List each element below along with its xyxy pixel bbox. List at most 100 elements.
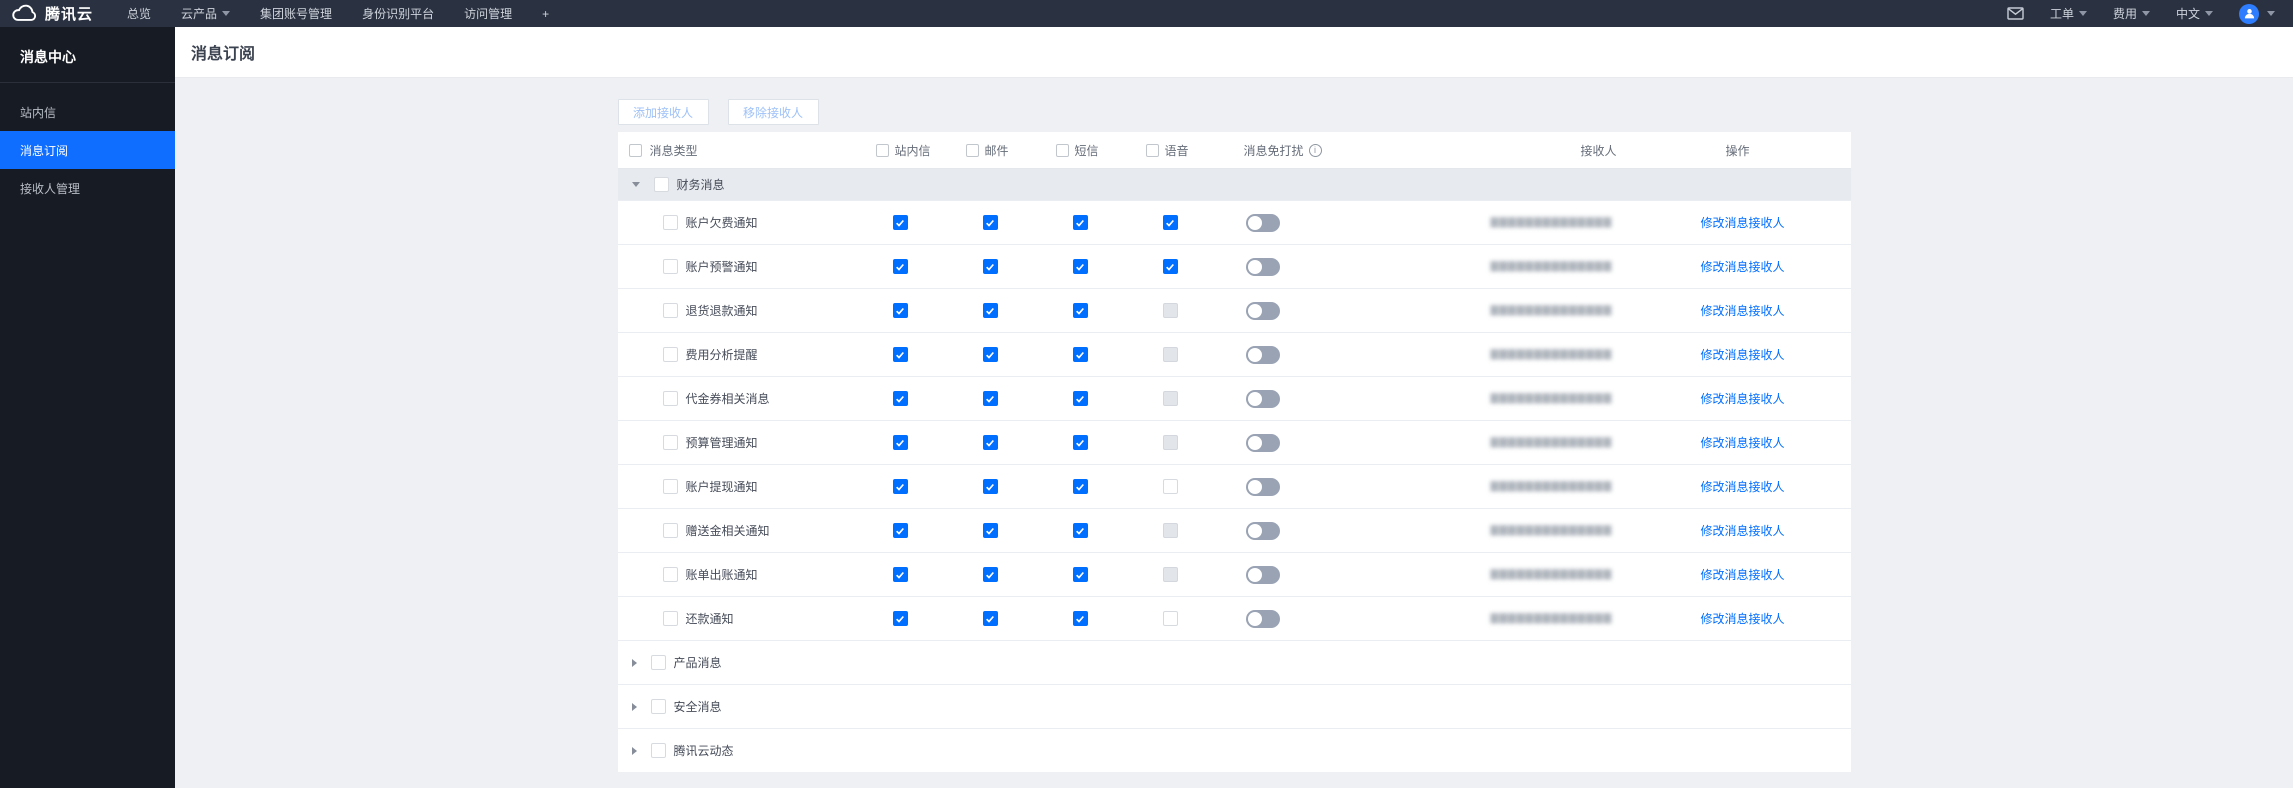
expand-arrow-icon[interactable] bbox=[631, 658, 637, 667]
select-all-inbox-checkbox[interactable] bbox=[875, 143, 889, 157]
channel-inbox-checkbox[interactable] bbox=[892, 567, 908, 582]
modify-receiver-link[interactable]: 修改消息接收人 bbox=[1701, 566, 1785, 583]
select-all-sms-checkbox[interactable] bbox=[1055, 143, 1069, 157]
channel-voice-checkbox[interactable] bbox=[1162, 479, 1178, 494]
modify-receiver-link[interactable]: 修改消息接收人 bbox=[1701, 214, 1785, 231]
avatar-chevron-down-icon[interactable] bbox=[2267, 11, 2275, 16]
select-all-email-checkbox[interactable] bbox=[965, 143, 979, 157]
sidebar-item-2[interactable]: 消息订阅 bbox=[0, 131, 175, 169]
row-label: 费用分析提醒 bbox=[685, 348, 758, 362]
user-avatar[interactable] bbox=[2239, 3, 2259, 24]
topnav-item-2[interactable]: 云产品 bbox=[181, 5, 231, 22]
collapse-arrow-icon[interactable] bbox=[631, 182, 640, 187]
topnav-right-item-3[interactable]: 中文 bbox=[2176, 5, 2213, 22]
channel-sms-checkbox[interactable] bbox=[1072, 303, 1088, 318]
channel-inbox-checkbox[interactable] bbox=[892, 435, 908, 450]
channel-email-checkbox[interactable] bbox=[982, 391, 998, 406]
row-select-checkbox[interactable] bbox=[662, 567, 678, 582]
topnav-item-5[interactable]: 访问管理 bbox=[464, 5, 512, 22]
modify-receiver-link[interactable]: 修改消息接收人 bbox=[1701, 346, 1785, 363]
channel-email-checkbox[interactable] bbox=[982, 567, 998, 582]
topnav-item-6[interactable]: + bbox=[542, 7, 549, 21]
group-select-checkbox[interactable] bbox=[650, 743, 666, 758]
modify-receiver-link[interactable]: 修改消息接收人 bbox=[1701, 390, 1785, 407]
channel-voice-checkbox[interactable] bbox=[1162, 611, 1178, 626]
channel-inbox-checkbox[interactable] bbox=[892, 259, 908, 274]
channel-email-checkbox[interactable] bbox=[982, 259, 998, 274]
row-select-checkbox[interactable] bbox=[662, 347, 678, 362]
dnd-toggle[interactable] bbox=[1245, 345, 1280, 364]
cell-channel-sms bbox=[1056, 215, 1146, 230]
sidebar-item-1[interactable]: 站内信 bbox=[0, 93, 175, 131]
channel-voice-checkbox[interactable] bbox=[1162, 259, 1178, 274]
channel-inbox-checkbox[interactable] bbox=[892, 303, 908, 318]
channel-email-checkbox[interactable] bbox=[982, 523, 998, 538]
info-icon[interactable]: i bbox=[1308, 143, 1322, 157]
channel-email-checkbox[interactable] bbox=[982, 435, 998, 450]
channel-sms-checkbox[interactable] bbox=[1072, 391, 1088, 406]
select-all-voice-checkbox[interactable] bbox=[1145, 143, 1159, 157]
sidebar-item-3[interactable]: 接收人管理 bbox=[0, 169, 175, 207]
channel-inbox-checkbox[interactable] bbox=[892, 215, 908, 230]
channel-inbox-checkbox[interactable] bbox=[892, 479, 908, 494]
modify-receiver-link[interactable]: 修改消息接收人 bbox=[1701, 258, 1785, 275]
channel-inbox-checkbox[interactable] bbox=[892, 611, 908, 626]
channel-inbox-checkbox[interactable] bbox=[892, 523, 908, 538]
dnd-toggle[interactable] bbox=[1245, 609, 1280, 628]
topnav-item-4[interactable]: 身份识别平台 bbox=[362, 5, 434, 22]
channel-email-checkbox[interactable] bbox=[982, 611, 998, 626]
channel-sms-checkbox[interactable] bbox=[1072, 347, 1088, 362]
expand-arrow-icon[interactable] bbox=[631, 746, 637, 755]
topnav-item-1[interactable]: 总览 bbox=[127, 5, 151, 22]
row-select-checkbox[interactable] bbox=[662, 391, 678, 406]
dnd-toggle[interactable] bbox=[1245, 521, 1280, 540]
remove-receiver-button[interactable]: 移除接收人 bbox=[727, 99, 819, 125]
modify-receiver-link[interactable]: 修改消息接收人 bbox=[1701, 610, 1785, 627]
channel-inbox-checkbox[interactable] bbox=[892, 347, 908, 362]
group-select-checkbox[interactable] bbox=[653, 177, 669, 192]
dnd-toggle[interactable] bbox=[1245, 389, 1280, 408]
channel-sms-checkbox[interactable] bbox=[1072, 259, 1088, 274]
dnd-toggle[interactable] bbox=[1245, 433, 1280, 452]
dnd-toggle[interactable] bbox=[1245, 477, 1280, 496]
expand-arrow-icon[interactable] bbox=[631, 702, 637, 711]
dnd-toggle[interactable] bbox=[1245, 301, 1280, 320]
modify-receiver-link[interactable]: 修改消息接收人 bbox=[1701, 478, 1785, 495]
modify-receiver-link[interactable]: 修改消息接收人 bbox=[1701, 434, 1785, 451]
tencent-cloud-logo[interactable]: 腾讯云 bbox=[10, 3, 93, 24]
modify-receiver-link[interactable]: 修改消息接收人 bbox=[1701, 522, 1785, 539]
dnd-toggle-knob bbox=[1247, 479, 1262, 494]
channel-sms-checkbox[interactable] bbox=[1072, 523, 1088, 538]
channel-sms-checkbox[interactable] bbox=[1072, 479, 1088, 494]
channel-email-checkbox[interactable] bbox=[982, 215, 998, 230]
channel-sms-checkbox[interactable] bbox=[1072, 435, 1088, 450]
row-select-checkbox[interactable] bbox=[662, 215, 678, 230]
topnav-right-item-1[interactable]: 工单 bbox=[2050, 5, 2087, 22]
group-select-checkbox[interactable] bbox=[650, 699, 666, 714]
channel-voice-checkbox[interactable] bbox=[1162, 215, 1178, 230]
dnd-toggle[interactable] bbox=[1245, 565, 1280, 584]
select-all-checkbox[interactable] bbox=[628, 143, 642, 157]
channel-inbox-checkbox[interactable] bbox=[892, 391, 908, 406]
group-select-checkbox[interactable] bbox=[650, 655, 666, 670]
channel-email-checkbox[interactable] bbox=[982, 479, 998, 494]
channel-email-checkbox[interactable] bbox=[982, 347, 998, 362]
mail-icon[interactable] bbox=[2007, 7, 2024, 20]
modify-receiver-link[interactable]: 修改消息接收人 bbox=[1701, 302, 1785, 319]
dnd-toggle[interactable] bbox=[1245, 257, 1280, 276]
channel-sms-checkbox[interactable] bbox=[1072, 567, 1088, 582]
row-select-checkbox[interactable] bbox=[662, 435, 678, 450]
row-select-checkbox[interactable] bbox=[662, 523, 678, 538]
row-select-checkbox[interactable] bbox=[662, 259, 678, 274]
row-select-checkbox[interactable] bbox=[662, 303, 678, 318]
row-select-checkbox[interactable] bbox=[662, 611, 678, 626]
row-select-checkbox[interactable] bbox=[662, 479, 678, 494]
topnav-item-3[interactable]: 集团账号管理 bbox=[260, 5, 332, 22]
dnd-toggle[interactable] bbox=[1245, 213, 1280, 232]
add-receiver-button[interactable]: 添加接收人 bbox=[617, 99, 709, 125]
header-channel-sms-label: 短信 bbox=[1074, 143, 1099, 158]
channel-sms-checkbox[interactable] bbox=[1072, 611, 1088, 626]
topnav-right-item-2[interactable]: 费用 bbox=[2113, 5, 2150, 22]
channel-sms-checkbox[interactable] bbox=[1072, 215, 1088, 230]
channel-email-checkbox[interactable] bbox=[982, 303, 998, 318]
